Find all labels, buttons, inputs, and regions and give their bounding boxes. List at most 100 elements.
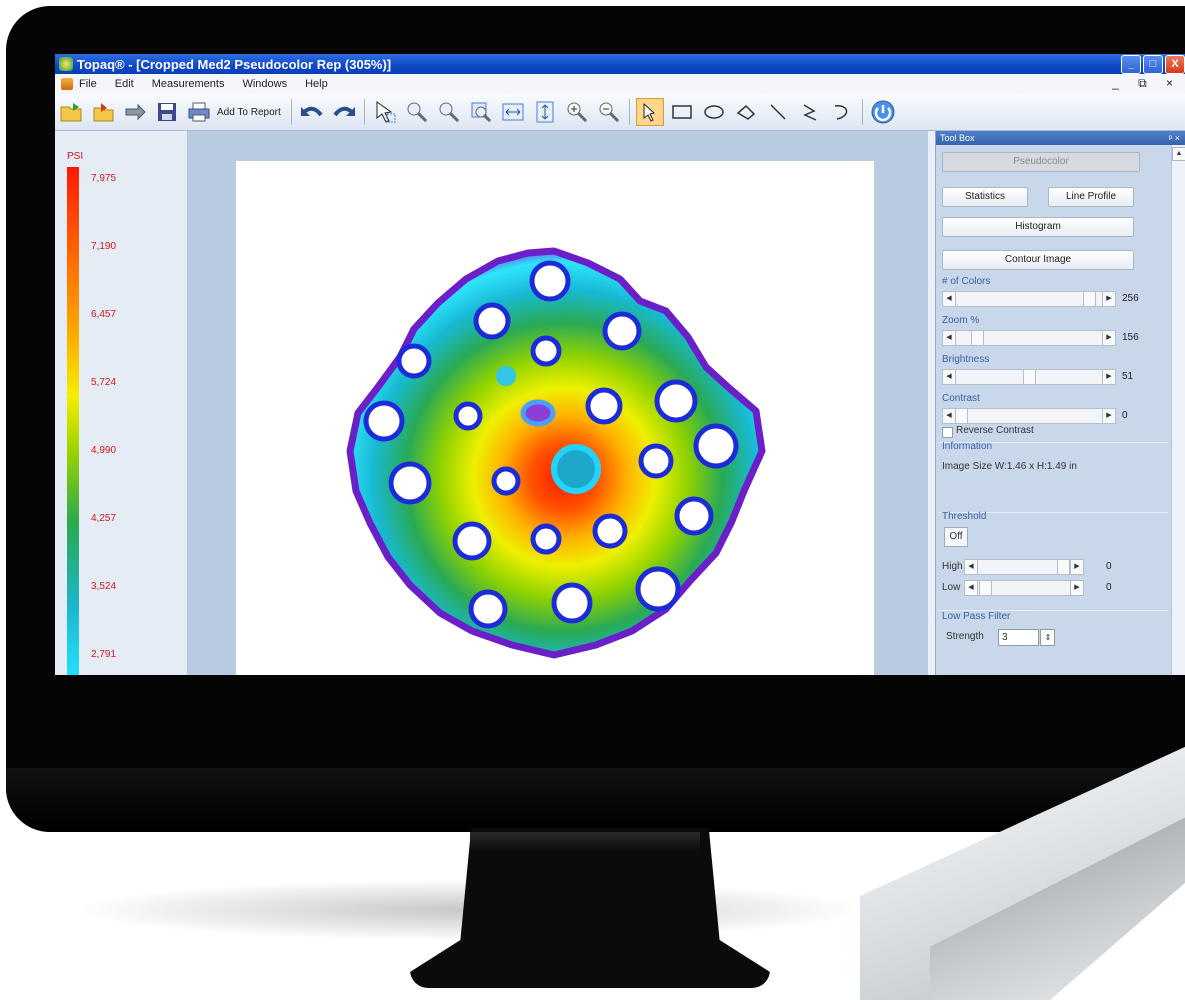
zoom-out-icon[interactable] [595,98,623,126]
menu-bar: File Edit Measurements Windows Help _ ⧉ … [55,74,1185,94]
window-title: Topaq® - [Cropped Med2 Pseudocolor Rep (… [77,56,392,72]
polyline-icon[interactable] [796,98,824,126]
menu-help[interactable]: Help [305,78,328,90]
forward-icon[interactable] [121,98,149,126]
toolbar-separator [628,99,630,125]
slider-left-icon[interactable]: ◀ [965,581,978,595]
colors-slider[interactable]: ◀ ▶ [942,291,1116,307]
slider-thumb[interactable] [1083,292,1096,306]
undo-icon[interactable] [298,98,326,126]
scroll-up-icon[interactable]: ▲ [1172,147,1185,161]
power-icon[interactable] [869,98,897,126]
toolbar-separator [861,99,863,125]
title-bar: Topaq® - [Cropped Med2 Pseudocolor Rep (… [55,54,1185,74]
window-controls: _ □ X [1121,55,1185,74]
zoom-region-icon[interactable] [403,98,431,126]
legend-tick: 4,257 [91,513,117,524]
zoom-label: Zoom % [942,315,980,326]
slider-thumb[interactable] [971,331,984,345]
contrast-slider[interactable]: ◀ ▶ [942,408,1116,424]
image-canvas[interactable] [236,161,874,675]
slider-left-icon[interactable]: ◀ [943,331,956,345]
strength-spinner-icon[interactable]: ⇕ [1040,629,1055,646]
add-to-report-button[interactable]: Add To Report [217,107,281,118]
toolbox-scrollbar[interactable]: ▲ [1171,145,1185,675]
slider-thumb[interactable] [1023,370,1036,384]
slider-thumb[interactable] [955,409,968,423]
legend-tick: 7,190 [91,241,117,252]
maximize-button[interactable]: □ [1143,55,1163,74]
zoom-value: 156 [1122,332,1139,343]
pan-icon[interactable] [467,98,495,126]
legend-color-bar [67,167,79,675]
freehand-icon[interactable] [732,98,760,126]
fit-height-icon[interactable] [531,98,559,126]
colors-value: 256 [1122,293,1139,304]
rectangle-icon[interactable] [668,98,696,126]
redo-icon[interactable] [330,98,358,126]
toolbox-panel: Tool Box ᵖ × ▲ Pseudocolor Statistics Li… [935,131,1185,675]
slider-right-icon[interactable]: ▶ [1102,331,1115,345]
slider-right-icon[interactable]: ▶ [1070,581,1083,595]
toolbox-pin-close[interactable]: ᵖ × [1169,131,1180,145]
high-label: High [942,561,963,572]
slider-left-icon[interactable]: ◀ [943,370,956,384]
line-profile-button[interactable]: Line Profile [1048,187,1134,207]
slider-left-icon[interactable]: ◀ [943,292,956,306]
open-folder-icon[interactable] [57,98,85,126]
close-button[interactable]: X [1165,55,1185,74]
threshold-off-button[interactable]: Off [944,527,968,547]
fit-width-icon[interactable] [499,98,527,126]
reverse-contrast-checkbox[interactable] [942,427,953,438]
threshold-label: Threshold [942,511,987,522]
low-pass-filter-label: Low Pass Filter [942,611,1011,622]
monitor-stand-neck [470,832,700,852]
open-file-icon[interactable] [89,98,117,126]
high-slider[interactable]: ◀ ▶ [964,559,1084,575]
toolbar-separator [363,99,365,125]
slider-thumb[interactable] [979,581,992,595]
strength-input[interactable]: 3 [998,629,1039,646]
document-workspace [188,131,928,675]
brightness-label: Brightness [942,354,990,365]
arrow-select-icon[interactable] [635,98,664,126]
zoom-in-icon[interactable] [563,98,591,126]
toolbar: Add To Report [55,94,1185,131]
pseudocolor-button[interactable]: Pseudocolor [942,152,1140,172]
low-value: 0 [1106,582,1112,593]
zoom-slider[interactable]: ◀ ▶ [942,330,1116,346]
print-icon[interactable] [185,98,213,126]
menu-windows[interactable]: Windows [242,78,287,90]
pressure-map-image[interactable] [236,161,874,675]
ellipse-icon[interactable] [700,98,728,126]
statistics-button[interactable]: Statistics [942,187,1028,207]
toolbox-header: Tool Box ᵖ × [936,131,1185,145]
app-icon [59,57,73,71]
low-slider[interactable]: ◀ ▶ [964,580,1084,596]
slider-left-icon[interactable]: ◀ [965,560,978,574]
brightness-slider[interactable]: ◀ ▶ [942,369,1116,385]
strength-label: Strength [946,631,984,642]
legend-tick: 7,975 [91,173,117,184]
slider-right-icon[interactable]: ▶ [1102,409,1115,423]
menu-file[interactable]: File [79,78,97,90]
slider-right-icon[interactable]: ▶ [1102,370,1115,384]
slider-right-icon[interactable]: ▶ [1102,292,1115,306]
save-icon[interactable] [153,98,181,126]
mdi-controls[interactable]: _ ⧉ × [1112,76,1181,91]
menu-edit[interactable]: Edit [115,78,134,90]
histogram-button[interactable]: Histogram [942,217,1134,237]
zoom-out-region-icon[interactable] [435,98,463,126]
menu-measurements[interactable]: Measurements [152,78,225,90]
image-size-text: Image Size W:1.46 x H:1.49 in [942,461,1077,472]
toolbar-separator [290,99,292,125]
pointer-select-icon[interactable] [371,98,399,126]
legend-tick: 4,990 [91,445,117,456]
slider-right-icon[interactable]: ▶ [1070,560,1083,574]
minimize-button[interactable]: _ [1121,55,1141,74]
document-icon[interactable] [61,78,73,90]
slider-thumb[interactable] [1057,560,1070,574]
curve-icon[interactable] [828,98,856,126]
line-icon[interactable] [764,98,792,126]
contour-image-button[interactable]: Contour Image [942,250,1134,270]
